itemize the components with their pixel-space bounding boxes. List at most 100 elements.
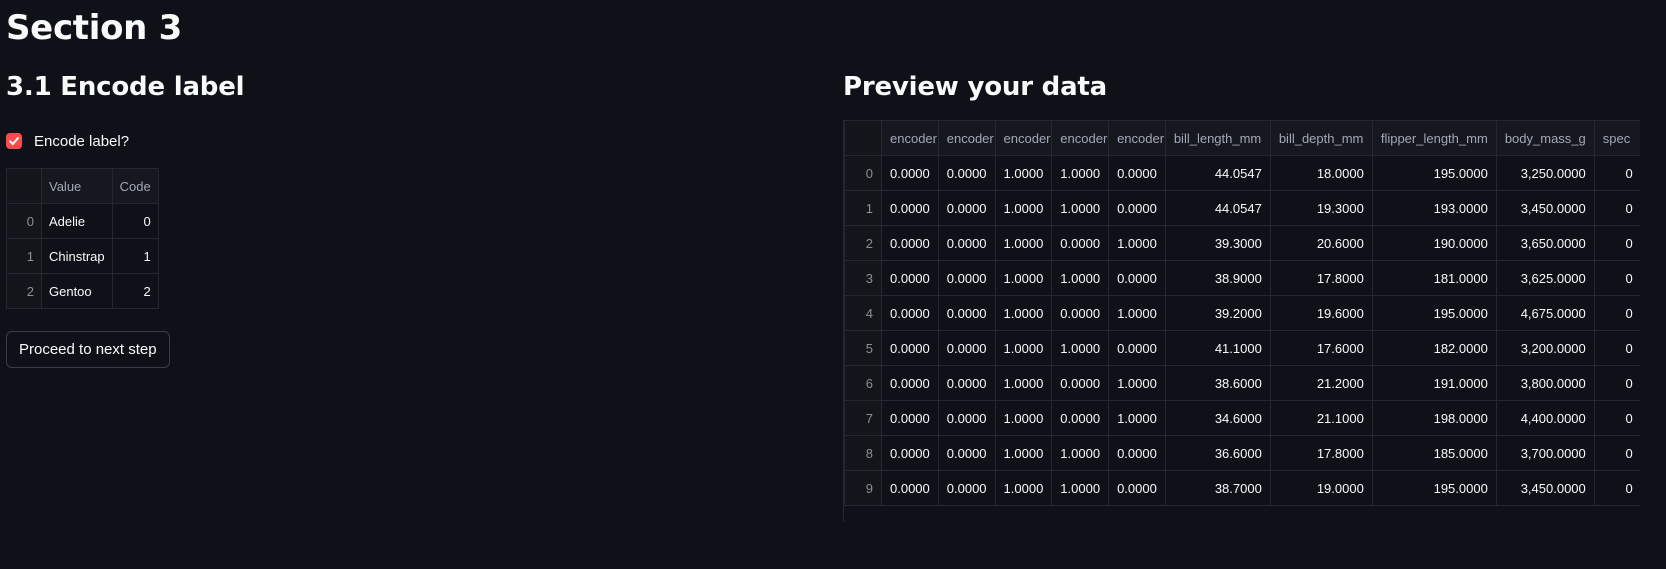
data-cell[interactable]: 38.7000	[1164, 470, 1271, 506]
data-cell[interactable]: 21.1000	[1269, 400, 1373, 436]
data-cell[interactable]: 0.0000	[881, 260, 939, 296]
row-index[interactable]: 1	[844, 190, 882, 226]
encode-label-checkbox[interactable]	[6, 133, 22, 149]
row-index[interactable]: 6	[844, 365, 882, 401]
data-cell[interactable]: 198.0000	[1371, 400, 1497, 436]
data-cell[interactable]: 0.0000	[1108, 470, 1166, 506]
data-cell[interactable]: 0.0000	[881, 400, 939, 436]
data-cell[interactable]: 0.0000	[881, 470, 939, 506]
data-cell[interactable]: 3,450.0000	[1495, 190, 1595, 226]
column-header[interactable]: body_mass_g	[1495, 120, 1595, 156]
data-cell[interactable]: 195.0000	[1371, 470, 1497, 506]
data-preview-table[interactable]: encoder encoder encoder encoder encoder bill_…	[844, 120, 1640, 506]
data-cell[interactable]: 0.0000	[1051, 225, 1110, 261]
data-cell[interactable]: 20.6000	[1269, 225, 1373, 261]
code-cell[interactable]: 1	[111, 238, 159, 274]
column-header[interactable]: encoder	[1108, 120, 1166, 156]
data-cell[interactable]: 1.0000	[1108, 295, 1166, 331]
column-header-value[interactable]: Value	[41, 168, 113, 204]
value-cell[interactable]: Gentoo	[41, 273, 113, 309]
data-cell[interactable]: 19.3000	[1269, 190, 1373, 226]
data-cell[interactable]: 1.0000	[994, 470, 1053, 506]
data-cell[interactable]: 0	[1593, 435, 1640, 471]
row-index[interactable]: 0	[6, 203, 42, 239]
row-index[interactable]: 8	[844, 435, 882, 471]
row-index[interactable]: 7	[844, 400, 882, 436]
data-cell[interactable]: 3,650.0000	[1495, 225, 1595, 261]
data-cell[interactable]: 38.9000	[1164, 260, 1271, 296]
data-cell[interactable]: 0.0000	[937, 155, 996, 191]
row-index[interactable]: 3	[844, 260, 882, 296]
data-cell[interactable]: 0.0000	[937, 400, 996, 436]
data-cell[interactable]: 3,700.0000	[1495, 435, 1595, 471]
data-cell[interactable]: 195.0000	[1371, 155, 1497, 191]
data-cell[interactable]: 0.0000	[1051, 295, 1110, 331]
row-index[interactable]: 1	[6, 238, 42, 274]
data-cell[interactable]: 1.0000	[994, 155, 1053, 191]
row-index[interactable]: 4	[844, 295, 882, 331]
data-cell[interactable]: 0.0000	[1051, 400, 1110, 436]
data-cell[interactable]: 1.0000	[1051, 330, 1110, 366]
data-cell[interactable]: 44.0547	[1164, 155, 1271, 191]
data-preview-grid[interactable]: encoder encoder encoder encoder encoder bill_…	[843, 120, 1640, 522]
data-cell[interactable]: 19.0000	[1269, 470, 1373, 506]
data-cell[interactable]: 0	[1593, 365, 1640, 401]
data-cell[interactable]: 1.0000	[994, 225, 1053, 261]
data-cell[interactable]: 0.0000	[937, 260, 996, 296]
data-cell[interactable]: 0.0000	[937, 365, 996, 401]
proceed-button[interactable]: Proceed to next step	[6, 331, 170, 368]
data-cell[interactable]: 1.0000	[994, 190, 1053, 226]
data-cell[interactable]: 3,450.0000	[1495, 470, 1595, 506]
data-cell[interactable]: 0	[1593, 330, 1640, 366]
data-cell[interactable]: 4,675.0000	[1495, 295, 1595, 331]
value-cell[interactable]: Adelie	[41, 203, 113, 239]
data-cell[interactable]: 195.0000	[1371, 295, 1497, 331]
data-cell[interactable]: 1.0000	[1051, 155, 1110, 191]
data-cell[interactable]: 18.0000	[1269, 155, 1373, 191]
data-cell[interactable]: 44.0547	[1164, 190, 1271, 226]
data-cell[interactable]: 1.0000	[1051, 260, 1110, 296]
column-header[interactable]: flipper_length_mm	[1371, 120, 1497, 156]
data-cell[interactable]: 39.2000	[1164, 295, 1271, 331]
data-cell[interactable]: 21.2000	[1269, 365, 1373, 401]
data-cell[interactable]: 17.8000	[1269, 435, 1373, 471]
data-cell[interactable]: 181.0000	[1371, 260, 1497, 296]
data-cell[interactable]: 1.0000	[994, 260, 1053, 296]
column-header-code[interactable]: Code	[111, 168, 159, 204]
data-cell[interactable]: 1.0000	[994, 435, 1053, 471]
data-cell[interactable]: 17.8000	[1269, 260, 1373, 296]
column-header[interactable]: bill_depth_mm	[1269, 120, 1373, 156]
data-cell[interactable]: 4,400.0000	[1495, 400, 1595, 436]
data-cell[interactable]: 0.0000	[937, 470, 996, 506]
code-cell[interactable]: 0	[111, 203, 159, 239]
data-cell[interactable]: 0.0000	[1108, 190, 1166, 226]
data-cell[interactable]: 1.0000	[1108, 365, 1166, 401]
column-header[interactable]: spec	[1593, 120, 1640, 156]
row-index[interactable]: 2	[844, 225, 882, 261]
data-cell[interactable]: 1.0000	[1108, 400, 1166, 436]
data-cell[interactable]: 0	[1593, 295, 1640, 331]
data-cell[interactable]: 0.0000	[1108, 155, 1166, 191]
data-cell[interactable]: 1.0000	[994, 400, 1053, 436]
row-index[interactable]: 2	[6, 273, 42, 309]
data-cell[interactable]: 17.6000	[1269, 330, 1373, 366]
data-cell[interactable]: 0	[1593, 260, 1640, 296]
data-cell[interactable]: 0.0000	[881, 435, 939, 471]
data-cell[interactable]: 3,250.0000	[1495, 155, 1595, 191]
data-cell[interactable]: 19.6000	[1269, 295, 1373, 331]
data-cell[interactable]: 34.6000	[1164, 400, 1271, 436]
data-cell[interactable]: 38.6000	[1164, 365, 1271, 401]
data-cell[interactable]: 1.0000	[994, 295, 1053, 331]
code-cell[interactable]: 2	[111, 273, 159, 309]
data-cell[interactable]: 182.0000	[1371, 330, 1497, 366]
data-cell[interactable]: 0.0000	[881, 190, 939, 226]
data-cell[interactable]: 1.0000	[1108, 225, 1166, 261]
column-header[interactable]: encoder	[994, 120, 1053, 156]
data-cell[interactable]: 0.0000	[937, 225, 996, 261]
data-cell[interactable]: 193.0000	[1371, 190, 1497, 226]
encode-label-checkbox-row[interactable]: Encode label?	[6, 130, 766, 152]
row-index[interactable]: 0	[844, 155, 882, 191]
column-header[interactable]: encoder	[937, 120, 996, 156]
data-cell[interactable]: 0.0000	[881, 365, 939, 401]
label-encoding-table[interactable]: Value Code 0 Adelie 0 1 Chinstrap 1 2 Gentoo 2	[6, 168, 159, 309]
